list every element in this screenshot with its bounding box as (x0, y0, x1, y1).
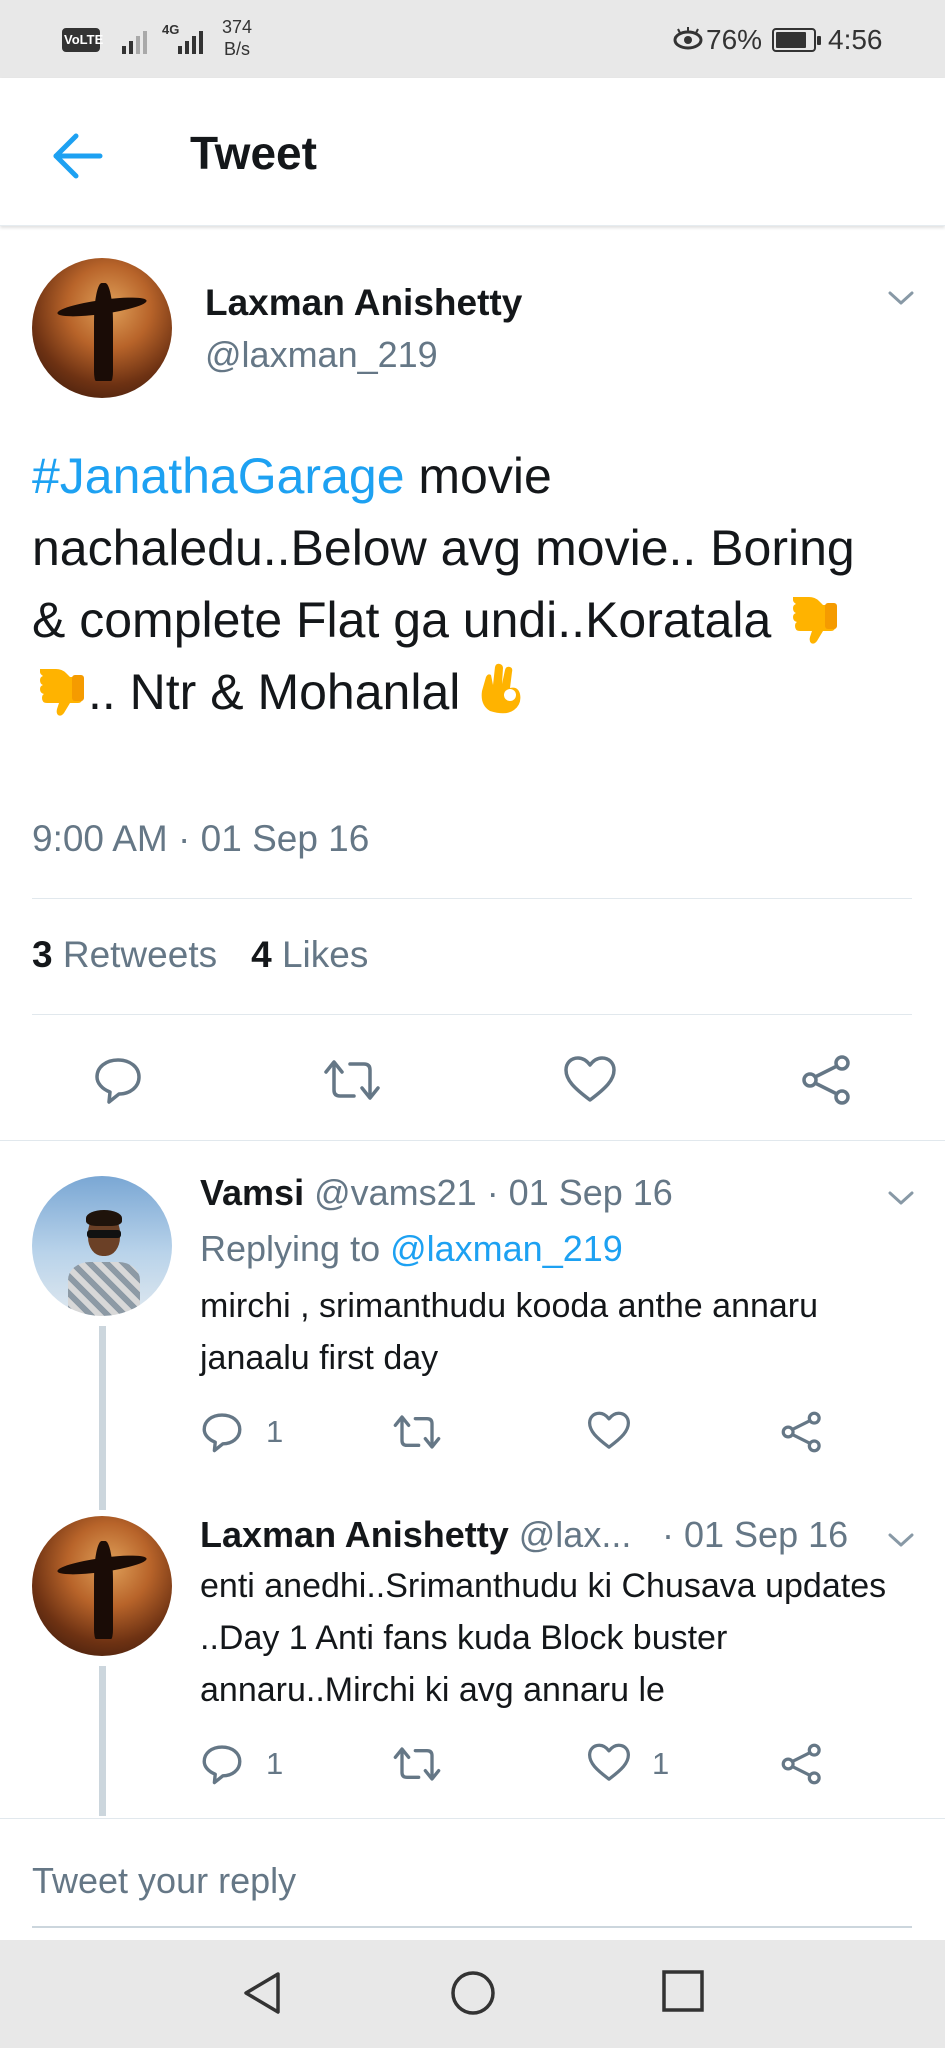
signal-icon (122, 26, 147, 54)
reply-author-name[interactable]: Vamsi (200, 1172, 304, 1213)
thumbs-down-emoji (38, 669, 84, 716)
reply-input[interactable]: Tweet your reply (32, 1860, 296, 1902)
heart-icon[interactable] (562, 1054, 618, 1106)
nav-home-icon[interactable] (448, 1968, 498, 2018)
section-divider (0, 1140, 945, 1141)
reply-text: enti anedhi..Srimanthudu ki Chusava upda… (200, 1567, 887, 1709)
hashtag-link[interactable]: #JanathaGarage (32, 448, 405, 504)
replying-to-label: Replying to (200, 1228, 391, 1269)
chevron-down-icon[interactable] (886, 1530, 916, 1550)
comment-icon[interactable] (200, 1410, 244, 1454)
reply-header: Vamsi @vams21 · 01 Sep 16 (200, 1172, 673, 1214)
likes-stat[interactable]: 4 Likes (251, 934, 368, 976)
reply-input-underline (32, 1926, 912, 1928)
retweets-stat[interactable]: 3 Retweets (32, 934, 217, 976)
tweet-text: #JanathaGarage movie nachaledu..Below av… (32, 440, 892, 728)
share-icon[interactable] (780, 1742, 824, 1786)
reply-text: mirchi , srimanthudu kooda anthe annaru … (200, 1287, 819, 1377)
reply-author-name[interactable]: Laxman Anishetty (200, 1514, 509, 1555)
section-divider (0, 1818, 945, 1819)
retweet-icon[interactable] (392, 1744, 442, 1784)
network-speed: 374 B/s (222, 16, 252, 60)
retweet-icon[interactable] (322, 1056, 382, 1104)
author-handle[interactable]: @laxman_219 (205, 334, 438, 376)
retweets-count: 3 (32, 934, 53, 975)
like-count: 1 (652, 1746, 670, 1781)
ok-hand-emoji (481, 663, 521, 714)
reply-header: Laxman Anishetty @lax... (200, 1514, 631, 1556)
divider (32, 1014, 912, 1015)
heart-icon[interactable] (586, 1410, 632, 1452)
nav-back-icon[interactable] (238, 1968, 286, 2018)
thread-line (99, 1326, 106, 1510)
chevron-down-icon[interactable] (886, 288, 916, 308)
tweet-timestamp: 9:00 AM · 01 Sep 16 (32, 818, 370, 859)
tweet-actions (0, 1040, 945, 1120)
thumbs-down-emoji (791, 597, 838, 644)
signal-icon-2 (178, 26, 203, 54)
mention-link[interactable]: @laxman_219 (390, 1228, 623, 1269)
status-bar: VoLTE 4G 374 B/s 76% 4:56 (0, 0, 945, 78)
share-icon[interactable] (780, 1410, 824, 1454)
heart-icon[interactable] (586, 1742, 632, 1784)
divider (32, 898, 912, 899)
likes-count: 4 (251, 934, 272, 975)
reply-avatar[interactable] (32, 1176, 172, 1316)
chevron-down-icon[interactable] (886, 1188, 916, 1208)
comment-icon[interactable] (200, 1742, 244, 1786)
reply-avatar[interactable] (32, 1516, 172, 1656)
comment-icon[interactable] (92, 1054, 144, 1106)
volte-indicator: VoLTE (62, 28, 103, 52)
reply-meta: @lax... (508, 1514, 632, 1555)
engagement-stats: 3 Retweets 4 Likes (32, 934, 368, 976)
share-icon[interactable] (800, 1054, 854, 1106)
speed-unit: B/s (224, 39, 251, 59)
back-button[interactable] (48, 128, 108, 184)
reply-count: 1 (266, 1746, 284, 1781)
clock: 4:56 (828, 24, 883, 55)
eye-comfort-icon (673, 27, 703, 50)
reply-meta: @vams21 · 01 Sep 16 (304, 1172, 673, 1213)
arrow-left-icon (53, 133, 103, 179)
battery-percent: 76% (706, 24, 763, 55)
system-nav-bar (0, 1940, 945, 2048)
reply-date: · 01 Sep 16 (662, 1514, 849, 1555)
tweet-text-part2: .. Ntr & Mohanlal (88, 664, 475, 720)
reply-count: 1 (266, 1414, 284, 1449)
author-name[interactable]: Laxman Anishetty (205, 282, 522, 324)
battery-icon (772, 28, 821, 52)
thread-line (99, 1666, 106, 1816)
speed-value: 374 (222, 17, 253, 37)
retweet-icon[interactable] (392, 1412, 442, 1452)
network-type: 4G (162, 22, 180, 37)
replying-to: Replying to @laxman_219 (200, 1228, 623, 1270)
author-avatar[interactable] (32, 258, 172, 398)
retweets-label: Retweets (62, 934, 218, 975)
page-title: Tweet (190, 127, 317, 179)
likes-label: Likes (281, 934, 369, 975)
top-app-bar: Tweet (0, 78, 945, 226)
nav-recents-icon[interactable] (660, 1968, 706, 2014)
